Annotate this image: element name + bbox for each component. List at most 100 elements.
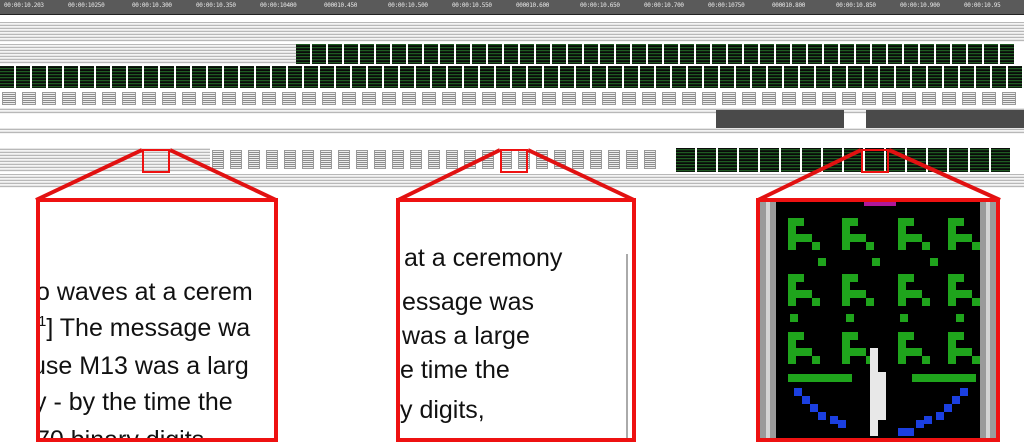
clip-frame[interactable] [1008, 66, 1024, 88]
clip-frame[interactable] [480, 148, 498, 172]
clip-frame[interactable] [426, 148, 444, 172]
track-row[interactable] [0, 44, 1024, 64]
clip-frame[interactable] [920, 90, 940, 108]
clip-frame[interactable] [640, 66, 656, 88]
clip-frame[interactable] [880, 90, 900, 108]
clip-frame[interactable] [528, 66, 544, 88]
clip-frame[interactable] [624, 66, 640, 88]
clip-frame[interactable] [936, 44, 952, 64]
clip-frame[interactable] [576, 66, 592, 88]
clip-frame[interactable] [120, 90, 140, 108]
clip-frame[interactable] [408, 148, 426, 172]
clip-frame[interactable] [344, 44, 360, 64]
clip-frame[interactable] [32, 66, 48, 88]
clip-frame[interactable] [440, 90, 460, 108]
clip-frame[interactable] [660, 90, 680, 108]
clip-frame[interactable] [368, 66, 384, 88]
clip-frame[interactable] [296, 44, 312, 64]
clip-frame[interactable] [400, 90, 420, 108]
clip-frame[interactable] [648, 44, 664, 64]
clip-frame[interactable] [606, 148, 624, 172]
clip-frame[interactable] [210, 148, 228, 172]
clip-frame[interactable] [280, 90, 300, 108]
clip-frame[interactable] [0, 66, 16, 88]
clip-frame[interactable] [960, 90, 980, 108]
clip-frame[interactable] [1000, 90, 1020, 108]
clip-frame[interactable] [832, 66, 848, 88]
clip-frame[interactable] [456, 44, 472, 64]
clip-frame[interactable] [246, 148, 264, 172]
clip-frame[interactable] [688, 66, 704, 88]
clip-frame[interactable] [432, 66, 448, 88]
clip-frame[interactable] [920, 44, 936, 64]
clip-frame[interactable] [720, 90, 740, 108]
clip-frame[interactable] [240, 66, 256, 88]
clip-frame[interactable] [792, 44, 808, 64]
clip-frame[interactable] [1000, 44, 1016, 64]
clip-frame[interactable] [320, 90, 340, 108]
clip-frame[interactable] [608, 66, 624, 88]
clip-frame[interactable] [336, 148, 354, 172]
clip-frame[interactable] [656, 66, 672, 88]
clip-frame[interactable] [112, 66, 128, 88]
clip-frame[interactable] [642, 148, 660, 172]
clip-frame[interactable] [220, 90, 240, 108]
clip-frame[interactable] [624, 148, 642, 172]
clip-frame[interactable] [584, 44, 600, 64]
clip-frame[interactable] [192, 66, 208, 88]
clip-frame[interactable] [781, 148, 802, 172]
clip-frame[interactable] [534, 148, 552, 172]
clip-frame[interactable] [536, 44, 552, 64]
clip-frame[interactable] [420, 90, 440, 108]
clip-frame[interactable] [144, 66, 160, 88]
clip-frame[interactable] [372, 148, 390, 172]
clip-frame[interactable] [96, 66, 112, 88]
clip-frame[interactable] [872, 44, 888, 64]
clip-frame[interactable] [840, 44, 856, 64]
clip-frame[interactable] [504, 44, 520, 64]
clip-frame[interactable] [520, 44, 536, 64]
clip-frame[interactable] [464, 66, 480, 88]
clip-frame[interactable] [949, 148, 970, 172]
clip-frame[interactable] [776, 44, 792, 64]
clip-frame[interactable] [354, 148, 372, 172]
clip-frame[interactable] [676, 148, 697, 172]
clip-frame[interactable] [736, 66, 752, 88]
clip-frame[interactable] [160, 66, 176, 88]
clip-frame[interactable] [472, 44, 488, 64]
track-row[interactable] [0, 22, 1024, 42]
clip-frame[interactable] [820, 90, 840, 108]
clip-frame[interactable] [256, 66, 272, 88]
clip-frame[interactable] [480, 90, 500, 108]
clip-frame[interactable] [780, 90, 800, 108]
clip-frame[interactable] [80, 66, 96, 88]
clip-frame[interactable] [739, 148, 760, 172]
clip-frame[interactable] [600, 44, 616, 64]
clip-frame[interactable] [224, 66, 240, 88]
clip-frame[interactable] [552, 44, 568, 64]
clip-frame[interactable] [600, 90, 620, 108]
clip-frame[interactable] [940, 90, 960, 108]
clip-frame[interactable] [816, 66, 832, 88]
clip-frame[interactable] [802, 148, 823, 172]
clip-frame[interactable] [580, 90, 600, 108]
clip-frame[interactable] [800, 90, 820, 108]
clip-frame[interactable] [40, 90, 60, 108]
clip-frame[interactable] [552, 148, 570, 172]
clip-frame[interactable] [352, 66, 368, 88]
clip-frame[interactable] [384, 66, 400, 88]
clip-frame[interactable] [540, 90, 560, 108]
clip-frame[interactable] [500, 90, 520, 108]
clip-frame[interactable] [864, 66, 880, 88]
clip-frame[interactable] [840, 90, 860, 108]
clip-frame[interactable] [700, 90, 720, 108]
clip-frame[interactable] [282, 148, 300, 172]
clip-frame[interactable] [718, 148, 739, 172]
clip-frame[interactable] [560, 66, 576, 88]
track-row[interactable] [0, 174, 1024, 188]
clip-frame[interactable] [416, 66, 432, 88]
clip-frame[interactable] [760, 90, 780, 108]
clip-frame[interactable] [992, 66, 1008, 88]
clip-frame[interactable] [928, 66, 944, 88]
clip-frame[interactable] [318, 148, 336, 172]
